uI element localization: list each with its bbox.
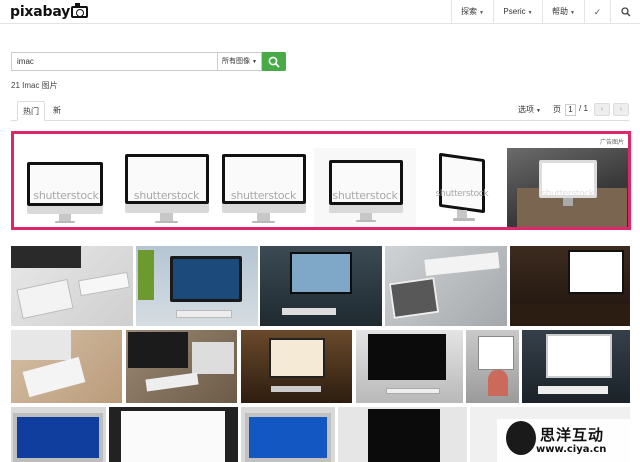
search-icon bbox=[268, 56, 280, 68]
watermark-url: www.ciya.cn bbox=[536, 444, 607, 455]
watermark-title: 思洋互动 bbox=[540, 426, 605, 444]
nav-user[interactable]: Pseric ▼ bbox=[494, 0, 542, 24]
nav-search-button[interactable] bbox=[611, 0, 640, 24]
options-label: 选项 bbox=[518, 105, 534, 114]
result-image[interactable] bbox=[11, 407, 106, 462]
result-image[interactable] bbox=[356, 330, 463, 403]
chevron-down-icon: ▼ bbox=[252, 59, 257, 65]
result-image[interactable] bbox=[126, 330, 237, 403]
check-icon: ✓ bbox=[593, 7, 602, 17]
chevron-down-icon: ▼ bbox=[479, 10, 484, 16]
page-input[interactable]: 1 bbox=[565, 104, 576, 116]
ad-watermark: shutterstock bbox=[435, 189, 489, 200]
chevron-left-icon: ‹ bbox=[600, 106, 604, 113]
image-type-select[interactable]: 所有图像 ▼ bbox=[217, 52, 262, 71]
next-page-button[interactable]: › bbox=[613, 103, 629, 116]
ad-image[interactable]: shutterstock bbox=[419, 148, 505, 227]
image-type-label: 所有图像 bbox=[222, 58, 250, 65]
result-image[interactable] bbox=[466, 330, 519, 403]
nav-explore-label: 探索 bbox=[461, 7, 478, 16]
ad-watermark: shutterstock bbox=[133, 189, 200, 203]
ad-watermark: shutterstock bbox=[541, 189, 594, 200]
imac-image bbox=[439, 152, 485, 214]
result-image[interactable] bbox=[260, 246, 382, 326]
search-button[interactable] bbox=[262, 52, 286, 71]
page-total: / 1 bbox=[579, 104, 588, 113]
result-image[interactable] bbox=[385, 246, 507, 326]
ad-image[interactable]: shutterstock bbox=[119, 148, 214, 227]
ad-watermark: shutterstock bbox=[332, 189, 398, 203]
result-image[interactable] bbox=[136, 246, 258, 326]
result-image[interactable] bbox=[241, 330, 352, 403]
tab-new[interactable]: 新 bbox=[47, 101, 67, 121]
nav-user-label: Pseric bbox=[503, 7, 526, 16]
nav-help-label: 帮助 bbox=[552, 7, 569, 16]
ad-watermark: shutterstock bbox=[33, 189, 99, 203]
options-dropdown[interactable]: 选项 ▼ bbox=[518, 104, 541, 115]
nav-help[interactable]: 帮助 ▼ bbox=[543, 0, 584, 24]
watermark-logo-icon bbox=[506, 421, 536, 455]
result-count: 21 Imac 图片 bbox=[11, 81, 58, 90]
top-bar: pixabay 探索 ▼ Pseric ▼ 帮助 ▼ ✓ bbox=[0, 0, 640, 24]
result-image[interactable] bbox=[11, 330, 122, 403]
ad-label: 广告图片 bbox=[599, 140, 624, 146]
ad-image[interactable]: shutterstock bbox=[314, 148, 416, 227]
ad-image[interactable]: shutterstock bbox=[17, 148, 115, 227]
search-input[interactable]: imac bbox=[11, 52, 217, 71]
ad-image[interactable]: shutterstock bbox=[216, 148, 311, 227]
result-image[interactable] bbox=[11, 246, 133, 326]
page-label: 页 bbox=[553, 105, 561, 114]
result-image[interactable] bbox=[241, 407, 335, 462]
prev-page-button[interactable]: ‹ bbox=[594, 103, 610, 116]
search-icon bbox=[620, 7, 630, 17]
chevron-down-icon: ▼ bbox=[570, 10, 575, 16]
nav-check-button[interactable]: ✓ bbox=[585, 0, 610, 24]
result-image[interactable] bbox=[510, 246, 630, 326]
pixabay-logo[interactable]: pixabay bbox=[10, 4, 70, 20]
chevron-down-icon: ▼ bbox=[527, 10, 533, 16]
camera-logo-icon bbox=[71, 3, 88, 18]
ad-image[interactable]: shutterstock bbox=[507, 148, 628, 227]
tab-popular[interactable]: 热门 bbox=[17, 101, 45, 121]
result-image[interactable] bbox=[109, 407, 238, 462]
chevron-down-icon: ▼ bbox=[536, 108, 541, 114]
nav-explore[interactable]: 探索 ▼ bbox=[452, 0, 493, 24]
result-image[interactable] bbox=[522, 330, 630, 403]
result-image[interactable] bbox=[338, 407, 467, 462]
chevron-right-icon: › bbox=[619, 106, 623, 113]
ad-watermark: shutterstock bbox=[230, 189, 297, 203]
